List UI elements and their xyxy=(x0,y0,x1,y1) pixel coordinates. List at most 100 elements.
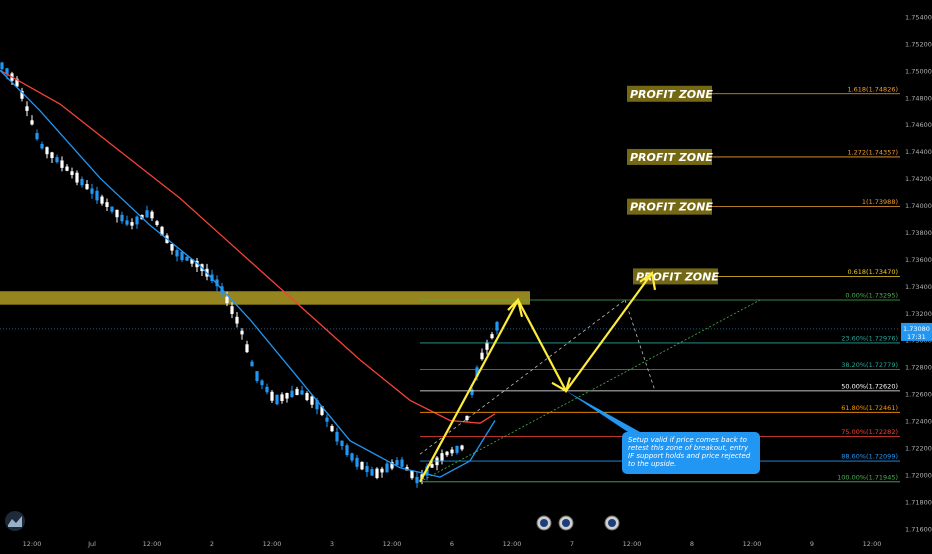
y-tick-label: 1.74000 xyxy=(905,202,932,210)
chart-container[interactable]: 1.75400 1.75200 1.75000 1.74800 1.74600 1.744… xyxy=(0,0,932,550)
y-tick-label: 1.72400 xyxy=(905,418,932,426)
y-tick-label: 1.72800 xyxy=(905,364,932,372)
candle-body xyxy=(0,62,4,70)
candle-body xyxy=(375,468,379,478)
x-tick-label: Jul xyxy=(87,540,96,548)
y-tick-label: 1.72200 xyxy=(905,444,932,452)
candle-body xyxy=(290,390,294,398)
candle-body xyxy=(490,334,494,339)
x-tick-label: 3 xyxy=(330,540,334,548)
y-tick-label: 1.71800 xyxy=(905,498,932,506)
candle-body xyxy=(430,464,434,468)
candle-body xyxy=(445,451,449,456)
candle-body xyxy=(265,386,269,393)
callout-pointer xyxy=(566,390,640,432)
candle-body xyxy=(65,166,69,171)
fib-level-label: 23.60%(1.72976) xyxy=(841,334,898,342)
candle-body xyxy=(245,344,249,353)
candle-body xyxy=(275,394,279,405)
candle-body xyxy=(185,256,189,261)
event-marker-flag xyxy=(608,519,616,527)
candle-body xyxy=(30,120,34,125)
candle-body xyxy=(350,453,354,461)
y-tick-label: 1.73200 xyxy=(905,310,932,318)
candle-body xyxy=(310,396,314,405)
candle-body xyxy=(180,251,184,261)
candle-body xyxy=(225,296,229,304)
candle-body xyxy=(85,184,89,190)
candle-body xyxy=(495,321,499,331)
price-chart[interactable]: 1.75400 1.75200 1.75000 1.74800 1.74600 1.744… xyxy=(0,0,932,550)
fib-level-label: 1.272(1.74357) xyxy=(847,148,898,156)
candle-body xyxy=(80,178,84,186)
y-tick-label: 1.75400 xyxy=(905,13,932,21)
candle-body xyxy=(355,457,359,467)
candle-body xyxy=(115,209,119,218)
fib-level-label: 0.618(1.73470) xyxy=(847,268,898,276)
candle-body xyxy=(480,352,484,360)
candle-body xyxy=(360,461,364,470)
candle-body xyxy=(230,306,234,314)
candle-body xyxy=(450,449,454,454)
candle-body xyxy=(35,133,39,140)
candle-body xyxy=(100,196,104,204)
candle-body xyxy=(25,106,29,111)
x-tick-label: 6 xyxy=(450,540,454,548)
candle-body xyxy=(50,152,54,159)
candle-body xyxy=(155,221,159,225)
setup-callout: Setup valid if price comes back to retes… xyxy=(622,432,760,474)
candle-body xyxy=(410,470,414,479)
candle-body xyxy=(415,476,419,484)
candle-body xyxy=(60,160,64,168)
candle-body xyxy=(270,391,274,401)
channel-upper-dashed xyxy=(419,299,626,455)
y-tick-label: 1.73800 xyxy=(905,229,932,237)
candle-body xyxy=(455,445,459,453)
candle-body xyxy=(240,330,244,335)
candle-body xyxy=(460,445,464,450)
x-tick-label: 12:00 xyxy=(143,540,162,548)
candle-body xyxy=(340,440,344,447)
fib-level-label: 0.00%(1.73295) xyxy=(845,291,898,299)
candle-body xyxy=(330,425,334,432)
fib-level-label: 1(1.73988) xyxy=(862,198,898,206)
event-marker-flag xyxy=(540,519,548,527)
candle-body xyxy=(255,371,259,381)
y-tick-label: 1.74800 xyxy=(905,94,932,102)
candle-body xyxy=(370,469,374,476)
candle-body xyxy=(295,388,299,396)
candle-body xyxy=(280,394,284,401)
x-tick-label: 12:00 xyxy=(263,540,282,548)
candle-body xyxy=(145,210,149,218)
candle-body xyxy=(305,393,309,401)
candle-body xyxy=(150,211,154,219)
fib-level-label: 50.00%(1.72620) xyxy=(841,382,898,390)
fib-level-label: 88.60%(1.72099) xyxy=(841,453,898,461)
x-tick-label: 12:00 xyxy=(863,540,882,548)
fib-level-label: 100.00%(1.71945) xyxy=(837,473,898,481)
fib-level-label: 38.20%(1.72779) xyxy=(841,361,898,369)
y-tick-label: 1.71600 xyxy=(905,525,932,533)
fib-level-label: 75.00%(1.72282) xyxy=(841,428,898,436)
candle-body xyxy=(325,417,329,422)
x-tick-label: 12:00 xyxy=(623,540,642,548)
y-tick-label: 1.74200 xyxy=(905,175,932,183)
x-tick-label: 12:00 xyxy=(503,540,522,548)
event-marker-flag xyxy=(562,519,570,527)
candle-body xyxy=(470,389,474,395)
x-tick-label: 12:00 xyxy=(743,540,762,548)
profit-zone-label: PROFIT ZONE xyxy=(630,151,713,164)
candle-body xyxy=(400,459,404,467)
fib-level-label: 61.80%(1.72461) xyxy=(841,404,898,412)
candle-body xyxy=(395,460,399,466)
x-tick-label: 12:00 xyxy=(383,540,402,548)
fib-level-label: 1.618(1.74826) xyxy=(847,85,898,93)
candle-body xyxy=(75,172,79,183)
candle-body xyxy=(110,206,114,212)
candle-body xyxy=(250,361,254,367)
candle-body xyxy=(385,463,389,473)
candle-body xyxy=(135,216,139,225)
x-tick-label: 9 xyxy=(810,540,814,548)
ema-slow-line xyxy=(0,69,496,424)
x-tick-label: 12:00 xyxy=(23,540,42,548)
